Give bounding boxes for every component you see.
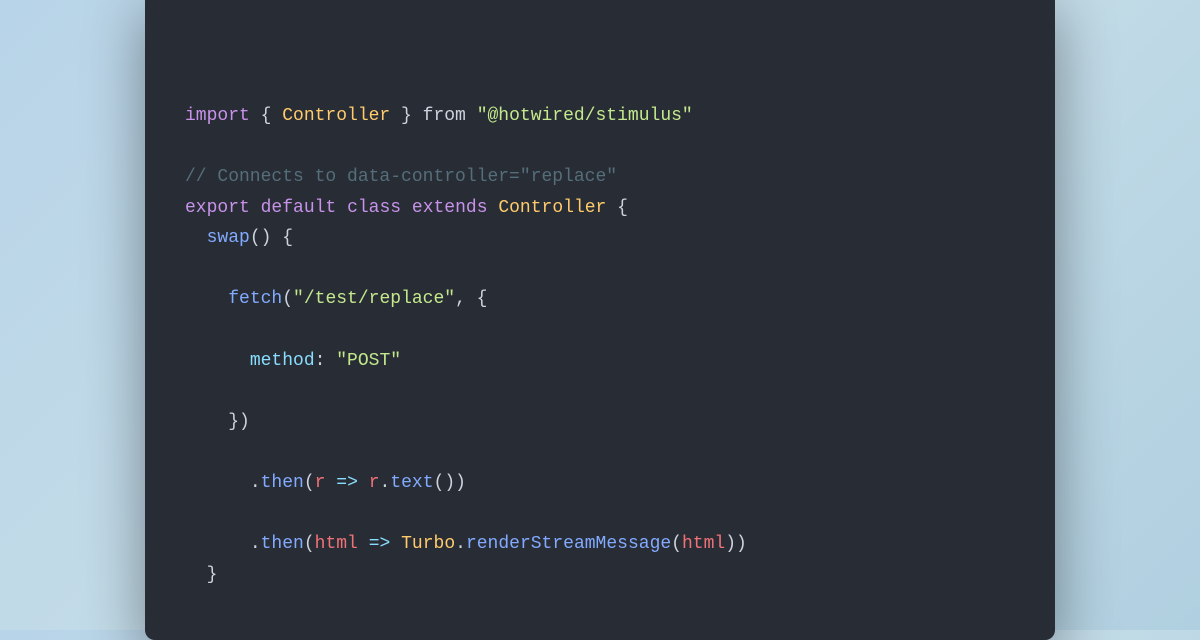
code-line <box>185 437 1015 468</box>
code-window: import { Controller } from "@hotwired/st… <box>145 0 1055 640</box>
code-line: import { Controller } from "@hotwired/st… <box>185 101 1015 132</box>
code-line <box>185 254 1015 285</box>
code-line: } <box>185 560 1015 591</box>
code-line: }) <box>185 407 1015 438</box>
code-line: .then(r => r.text()) <box>185 468 1015 499</box>
code-line <box>185 376 1015 407</box>
code-block: import { Controller } from "@hotwired/st… <box>185 40 1015 591</box>
code-line: method: "POST" <box>185 346 1015 377</box>
code-line <box>185 131 1015 162</box>
code-line: // Connects to data-controller="replace" <box>185 162 1015 193</box>
code-line: export default class extends Controller … <box>185 193 1015 224</box>
code-line <box>185 315 1015 346</box>
code-line <box>185 499 1015 530</box>
code-line: fetch("/test/replace", { <box>185 284 1015 315</box>
code-line: swap() { <box>185 223 1015 254</box>
code-line: .then(html => Turbo.renderStreamMessage(… <box>185 529 1015 560</box>
